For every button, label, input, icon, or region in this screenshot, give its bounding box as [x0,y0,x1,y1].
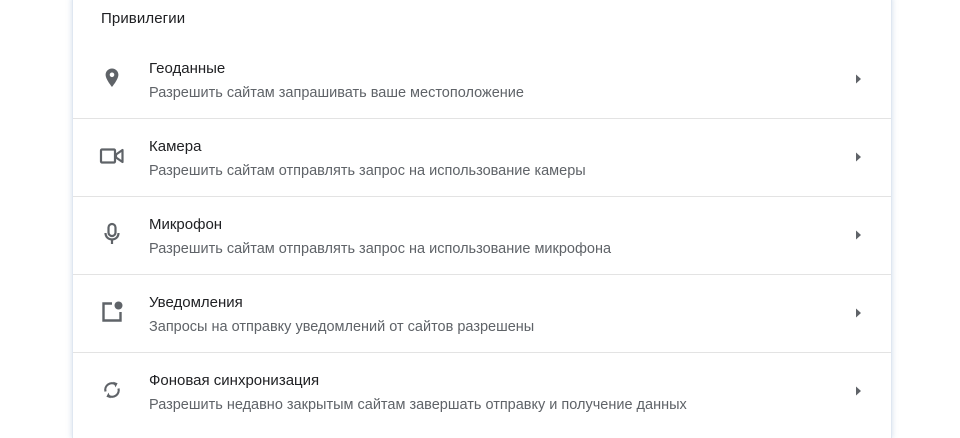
chevron-right-icon [853,384,863,398]
section-title: Привилегии [101,10,186,27]
permission-title: Уведомления [149,294,243,311]
chevron-right-icon [853,150,863,164]
permission-title: Геоданные [149,60,226,77]
permission-row-background-sync[interactable]: Фоновая синхронизация Разрешить недавно … [73,353,891,430]
camera-icon [99,143,125,169]
permission-subtitle: Разрешить сайтам запрашивать ваше местоп… [149,85,524,101]
location-pin-icon [99,65,125,91]
permission-title: Камера [149,138,202,155]
chevron-right-icon [853,228,863,242]
notifications-icon [99,299,125,325]
settings-card: Привилегии Геоданные Разрешить сайтам за… [72,0,892,438]
permission-subtitle: Запросы на отправку уведомлений от сайто… [149,319,535,335]
permission-subtitle: Разрешить сайтам отправлять запрос на ис… [149,241,612,257]
permission-row-camera[interactable]: Камера Разрешить сайтам отправлять запро… [73,119,891,197]
permission-subtitle: Разрешить недавно закрытым сайтам заверш… [149,397,687,413]
permission-title: Фоновая синхронизация [149,372,320,389]
chevron-right-icon [853,72,863,86]
permissions-list: Геоданные Разрешить сайтам запрашивать в… [73,41,891,430]
permission-row-location[interactable]: Геоданные Разрешить сайтам запрашивать в… [73,41,891,119]
permission-subtitle: Разрешить сайтам отправлять запрос на ис… [149,163,586,179]
chevron-right-icon [853,306,863,320]
permission-row-notifications[interactable]: Уведомления Запросы на отправку уведомле… [73,275,891,353]
permission-row-microphone[interactable]: Микрофон Разрешить сайтам отправлять зап… [73,197,891,275]
sync-icon [99,377,125,403]
permission-title: Микрофон [149,216,223,233]
microphone-icon [99,221,125,247]
